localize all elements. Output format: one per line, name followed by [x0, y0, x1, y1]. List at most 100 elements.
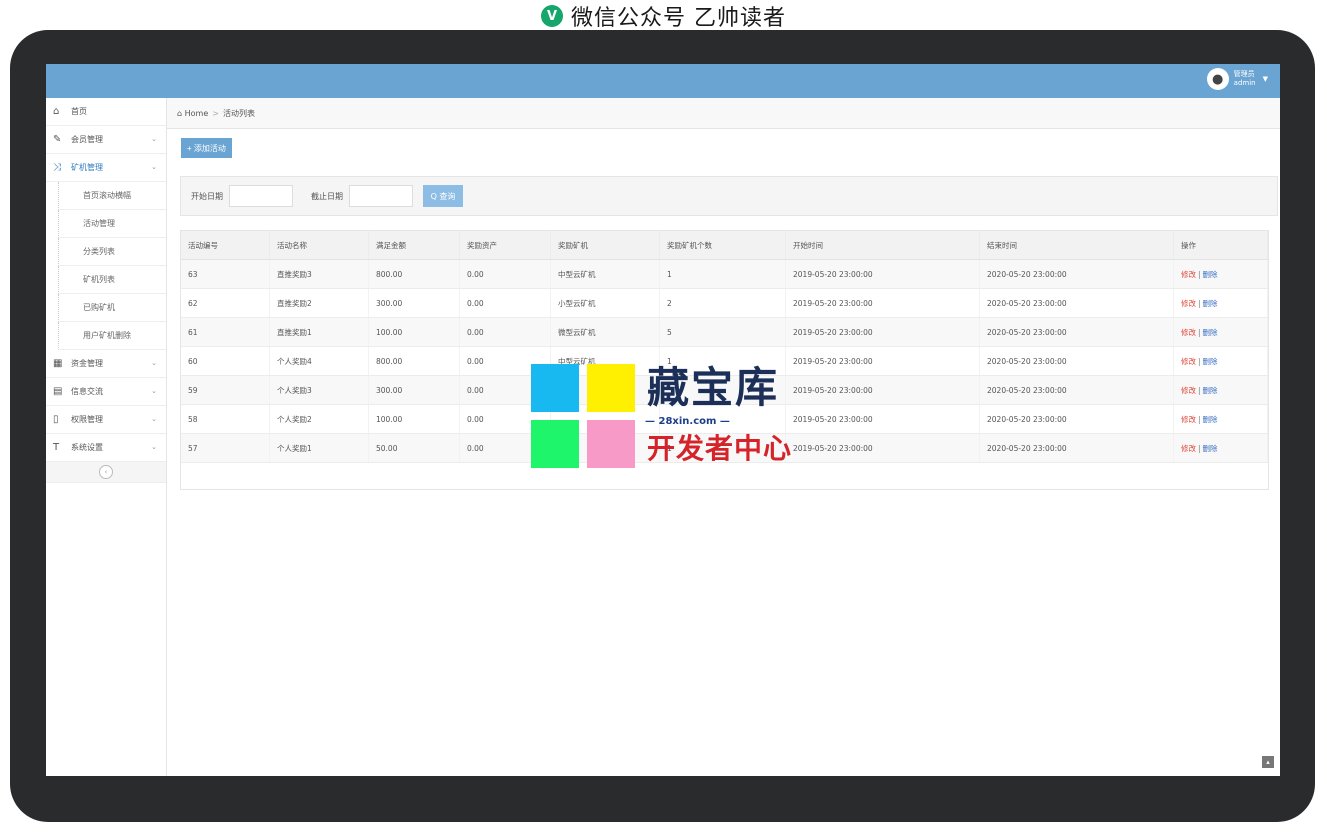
delete-link[interactable]: 删除: [1203, 444, 1218, 453]
col-header-name: 活动名称: [269, 231, 369, 260]
sidebar-item-messages[interactable]: ▤ 信息交流 ⌄: [46, 378, 166, 406]
table-cell: 微型云矿机: [550, 317, 660, 347]
breadcrumb: ⌂ Home > 活动列表: [167, 98, 1280, 129]
chevron-down-icon: ⌄: [151, 359, 157, 367]
edit-link[interactable]: 修改: [1181, 328, 1196, 337]
delete-link[interactable]: 删除: [1203, 415, 1218, 424]
table-cell: 60: [181, 346, 270, 376]
sidebar-item-home[interactable]: ⌂ 首页: [46, 98, 166, 126]
top-bar: ● 管理员 admin ▼: [46, 64, 1280, 98]
shuffle-icon: ⤨: [53, 162, 61, 173]
add-activity-button[interactable]: + 添加活动: [181, 138, 232, 158]
caret-down-icon: ▼: [1262, 75, 1268, 83]
action-separator: |: [1198, 356, 1201, 366]
col-header-actions: 操作: [1173, 231, 1268, 260]
sidebar-item-label: 信息交流: [71, 387, 103, 396]
table-cell: 61: [181, 317, 270, 347]
sidebar-subitem-user-miner-delete[interactable]: 用户矿机删除: [58, 322, 166, 350]
edit-link[interactable]: 修改: [1181, 270, 1196, 279]
user-menu[interactable]: ● 管理员 admin ▼: [1206, 68, 1268, 90]
delete-link[interactable]: 删除: [1203, 386, 1218, 395]
table-cell: 1: [659, 259, 786, 289]
sidebar-item-funds[interactable]: ▦ 资金管理 ⌄: [46, 350, 166, 378]
col-header-id: 活动编号: [181, 231, 270, 260]
table-cell: 57: [181, 433, 270, 463]
table-cell: 0.00: [459, 259, 551, 289]
delete-link[interactable]: 删除: [1203, 357, 1218, 366]
actions-cell: 修改 | 删除: [1173, 375, 1268, 405]
watermark-title: 藏宝库: [647, 363, 780, 412]
actions-cell: 修改 | 删除: [1173, 404, 1268, 434]
action-separator: |: [1198, 443, 1201, 453]
table-cell: 个人奖励3: [269, 375, 369, 405]
action-separator: |: [1198, 327, 1201, 337]
breadcrumb-current: 活动列表: [222, 108, 255, 118]
table-cell: 62: [181, 288, 270, 318]
sidebar-item-label: 矿机管理: [71, 163, 103, 172]
table-cell: 2019-05-20 23:00:00: [785, 404, 980, 434]
sidebar-collapse[interactable]: ‹: [46, 462, 166, 483]
table-cell: 2020-05-20 23:00:00: [979, 433, 1174, 463]
sidebar-item-label: 资金管理: [71, 359, 103, 368]
logo-square-pink: [587, 420, 635, 468]
chevron-down-icon: ⌄: [151, 387, 157, 395]
table-cell: 直推奖励2: [269, 288, 369, 318]
breadcrumb-separator: >: [212, 108, 219, 118]
wechat-logo-icon: V: [541, 5, 563, 27]
sidebar-item-miners[interactable]: ⤨ 矿机管理 ⌄: [46, 154, 166, 182]
sidebar-subitem-miner-list[interactable]: 矿机列表: [58, 266, 166, 294]
actions-cell: 修改 | 删除: [1173, 346, 1268, 376]
table-row: 62 直推奖励2 300.00 0.00 小型云矿机 2 2019-05-20 23:00:…: [181, 288, 1268, 318]
edit-link[interactable]: 修改: [1181, 357, 1196, 366]
actions-cell: 修改 | 删除: [1173, 317, 1268, 347]
table-row: 63 直推奖励3 800.00 0.00 中型云矿机 1 2019-05-20 23:00:…: [181, 259, 1268, 289]
sidebar-subitem-activities[interactable]: 活动管理: [58, 210, 166, 238]
sidebar-item-permissions[interactable]: ▯ 权限管理 ⌄: [46, 406, 166, 434]
edit-link[interactable]: 修改: [1181, 299, 1196, 308]
table-cell: 中型云矿机: [550, 259, 660, 289]
breadcrumb-home[interactable]: Home: [185, 109, 209, 118]
table-cell: 800.00: [368, 346, 460, 376]
sidebar-item-label: 系统设置: [71, 443, 103, 452]
table-cell: 300.00: [368, 375, 460, 405]
start-date-input[interactable]: [229, 185, 293, 207]
table-cell: 小型云矿机: [550, 288, 660, 318]
file-icon: ▯: [53, 414, 59, 425]
table-cell: 300.00: [368, 288, 460, 318]
sidebar-item-label: 会员管理: [71, 135, 103, 144]
edit-link[interactable]: 修改: [1181, 444, 1196, 453]
table-cell: 2019-05-20 23:00:00: [785, 288, 980, 318]
table-cell: 2019-05-20 23:00:00: [785, 317, 980, 347]
table-cell: 2020-05-20 23:00:00: [979, 259, 1174, 289]
table-cell: 2020-05-20 23:00:00: [979, 375, 1174, 405]
sidebar-item-members[interactable]: ✎ 会员管理 ⌄: [46, 126, 166, 154]
sidebar-item-label: 首页: [71, 107, 87, 116]
end-date-input[interactable]: [349, 185, 413, 207]
search-button[interactable]: Q 查询: [423, 185, 463, 207]
table-cell: 2020-05-20 23:00:00: [979, 404, 1174, 434]
chevron-down-icon: ⌄: [151, 163, 157, 171]
delete-link[interactable]: 删除: [1203, 299, 1218, 308]
sidebar-subitem-purchased[interactable]: 已购矿机: [58, 294, 166, 322]
table-cell: 5: [659, 317, 786, 347]
start-date-label: 开始日期: [191, 191, 223, 201]
table-cell: 58: [181, 404, 270, 434]
delete-link[interactable]: 删除: [1203, 270, 1218, 279]
action-separator: |: [1198, 269, 1201, 279]
edit-link[interactable]: 修改: [1181, 386, 1196, 395]
watermark-subtitle: 开发者中心: [647, 432, 793, 465]
logo-square-green: [531, 420, 579, 468]
sidebar-subitem-categories[interactable]: 分类列表: [58, 238, 166, 266]
sidebar-subitem-banner[interactable]: 首页滚动横幅: [58, 182, 166, 210]
sidebar-item-settings[interactable]: T 系统设置 ⌄: [46, 434, 166, 462]
back-to-top-button[interactable]: ▴: [1262, 756, 1274, 768]
delete-link[interactable]: 删除: [1203, 328, 1218, 337]
end-date-label: 截止日期: [311, 191, 343, 201]
edit-link[interactable]: 修改: [1181, 415, 1196, 424]
edit-icon: ✎: [53, 134, 62, 145]
table-cell: 63: [181, 259, 270, 289]
table-cell: 2019-05-20 23:00:00: [785, 375, 980, 405]
col-header-miner: 奖励矿机: [550, 231, 660, 260]
col-header-start: 开始时间: [785, 231, 980, 260]
table-cell: 个人奖励2: [269, 404, 369, 434]
